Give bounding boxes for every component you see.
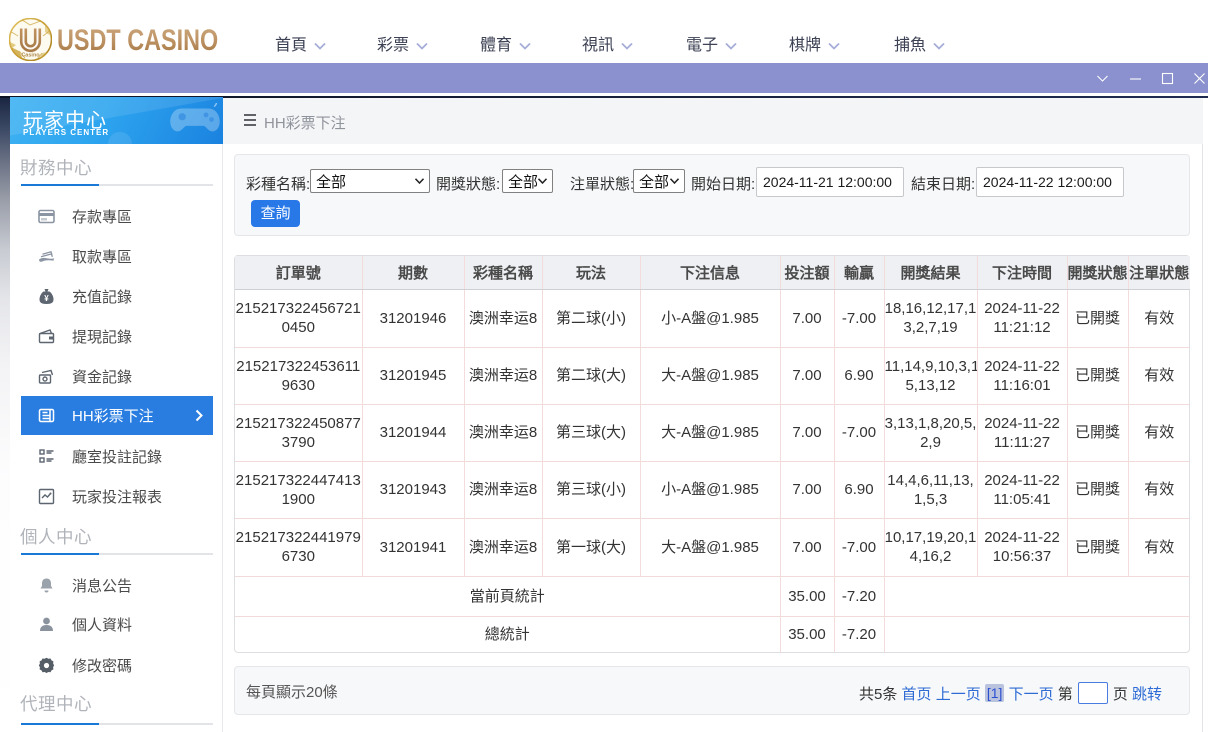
svg-text:Casino: Casino — [21, 53, 40, 59]
svg-text:¥: ¥ — [44, 294, 49, 303]
